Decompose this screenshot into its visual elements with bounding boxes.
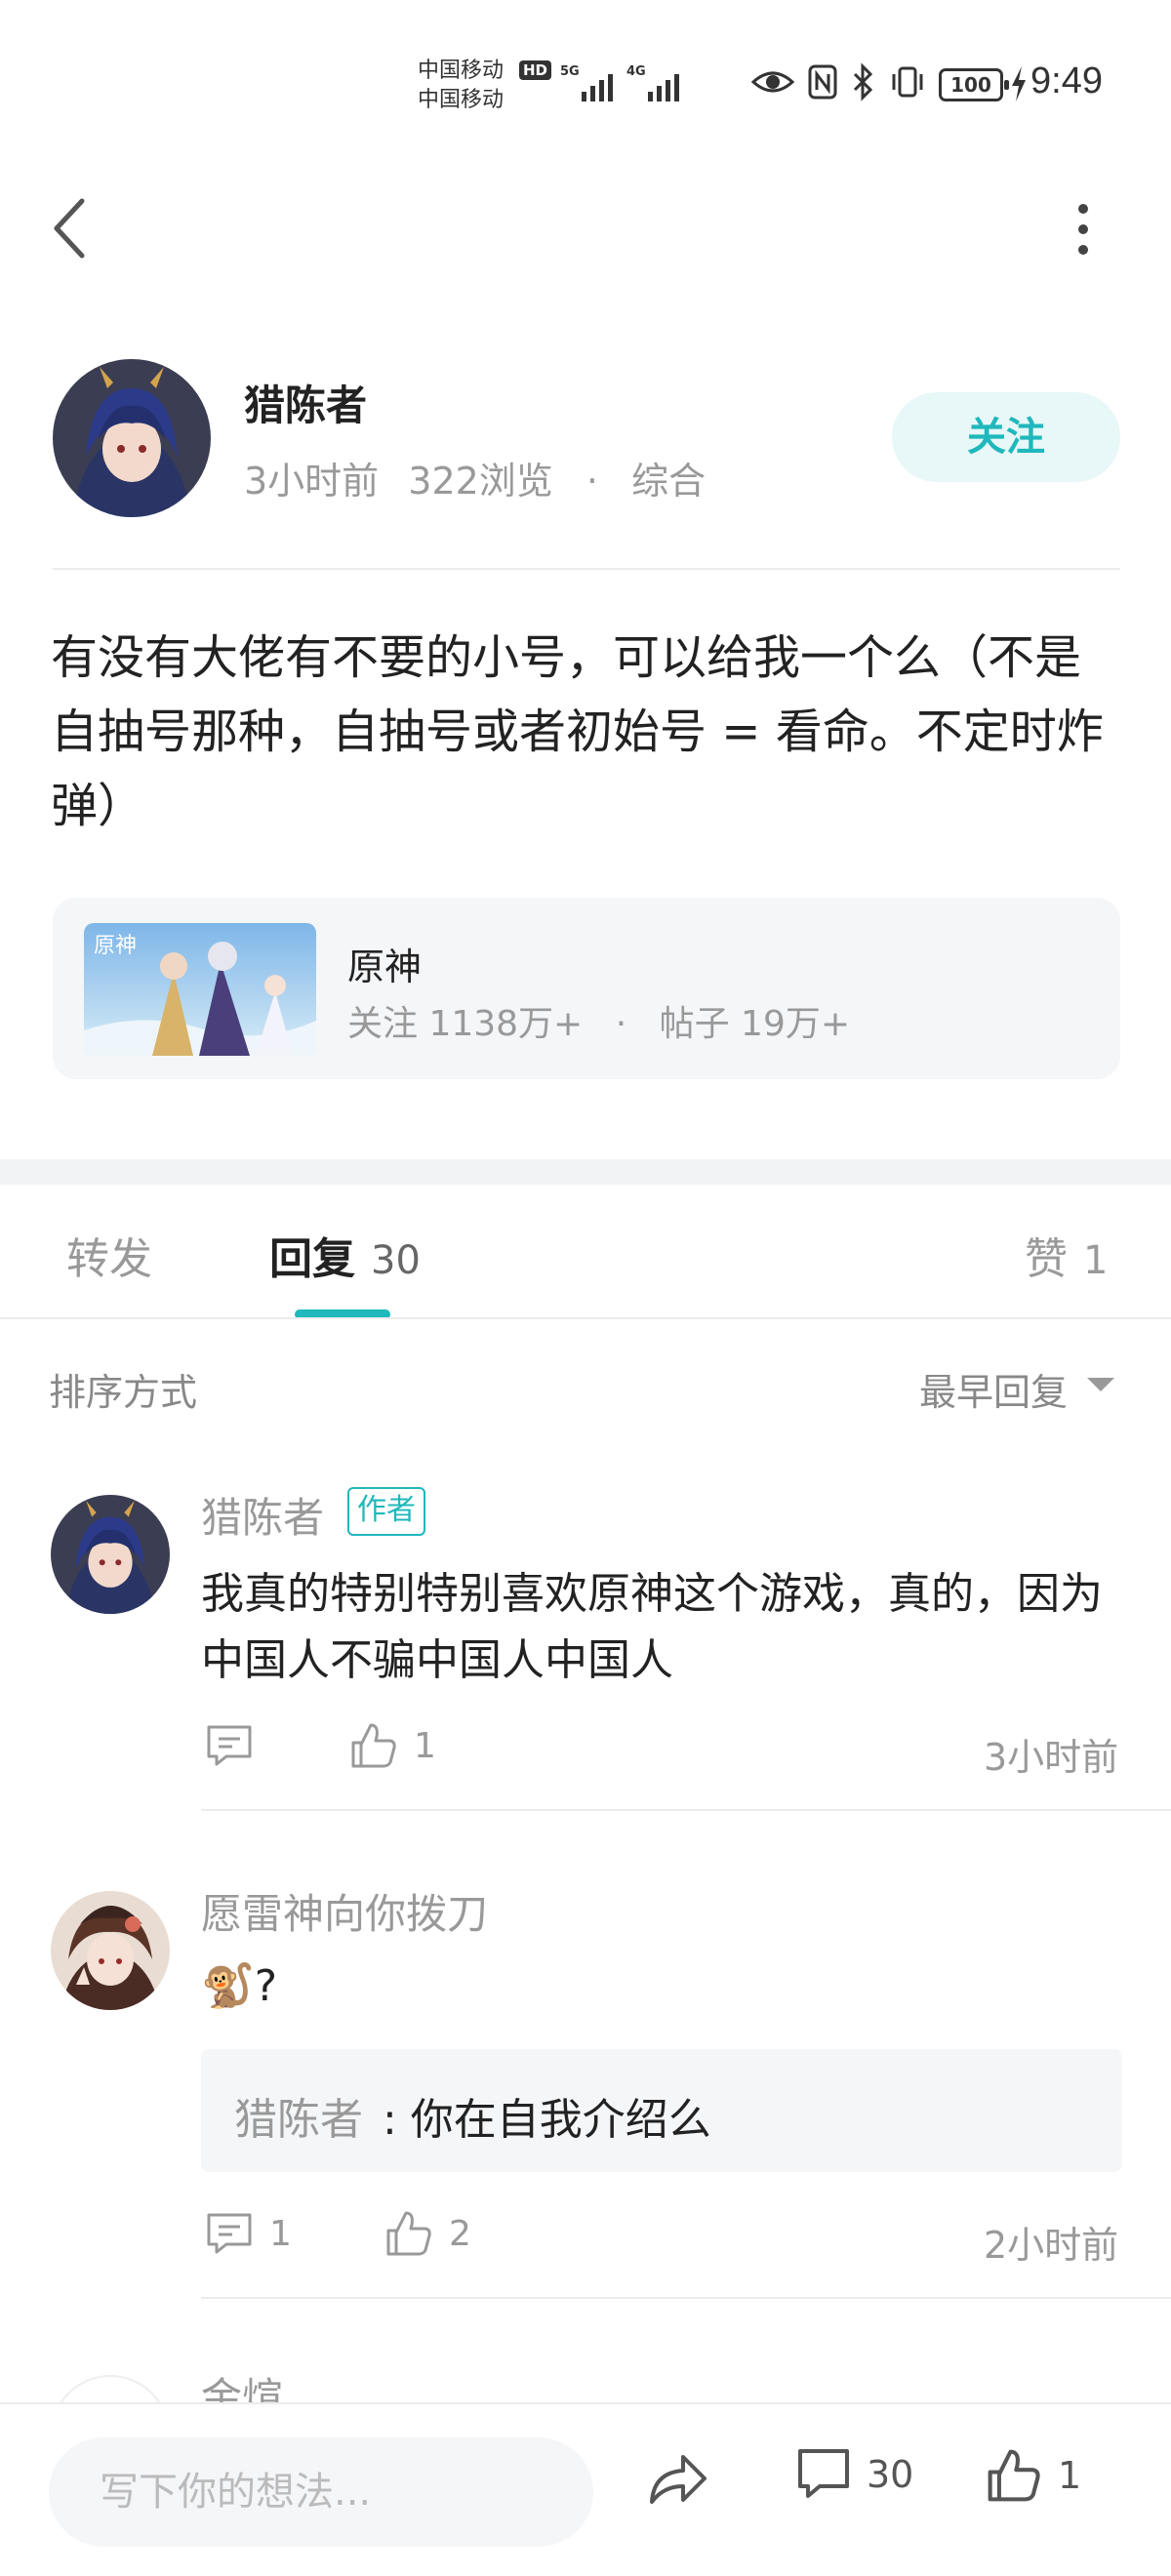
caret-down-icon[interactable] [1087, 1378, 1114, 1391]
comment-icon [207, 1725, 252, 1766]
more-vertical-icon [1078, 204, 1088, 255]
comment-reply-button[interactable] [205, 1723, 254, 1768]
share-button[interactable] [646, 2447, 710, 2508]
comment-time: 3小时前 [984, 1736, 1119, 1779]
bluetooth-icon [853, 62, 873, 101]
tab-reply-label: 回复 [269, 1234, 355, 1284]
comment-icon [798, 2449, 849, 2498]
carrier-2: 中国移动 [418, 88, 505, 112]
tab-reply-count: 30 [371, 1238, 421, 1283]
back-button[interactable] [43, 191, 101, 265]
author-badge: 作者 [347, 1487, 425, 1536]
quoted-reply-author[interactable]: 猎陈者 [234, 2084, 363, 2147]
eye-icon [751, 71, 794, 93]
back-arrow-icon [54, 198, 85, 259]
status-bar: 中国移动 中国移动 HD 5G 4G 100 9:49 [0, 0, 1171, 146]
thumb-up-icon [351, 1723, 396, 1768]
divider [201, 2297, 1171, 2299]
comment-time: 2小时前 [984, 2224, 1119, 2267]
meta-dot: · [586, 460, 598, 503]
commenter-name[interactable]: 猎陈者 [201, 1485, 324, 1545]
comment-reply-button[interactable]: 1 [205, 2211, 292, 2256]
post-content: 有没有大佬有不要的小号，可以给我一个么（不是自抽号那种，自抽号或者初始号 = 看… [51, 630, 1104, 833]
author-avatar[interactable] [53, 359, 211, 517]
divider [201, 1809, 1171, 1811]
sort-label: 排序方式 [49, 1371, 198, 1414]
forum-followers: 关注 1138万+ [347, 1004, 584, 1044]
quoted-reply-text: : 你在自我介绍么 [383, 2095, 711, 2145]
post-meta: 3小时前 322浏览 · 综合 [244, 451, 706, 504]
quoted-reply[interactable]: 猎陈者 : 你在自我介绍么 [201, 2049, 1122, 2172]
svg-text:原神: 原神 [94, 934, 137, 958]
like-count: 1 [1058, 2454, 1082, 2497]
bottom-action-bar: 30 1 [0, 2402, 1171, 2576]
carrier-labels: 中国移动 中国移动 [418, 57, 504, 115]
clock: 9:49 [1030, 60, 1103, 101]
like-button[interactable]: 1 [986, 2447, 1081, 2504]
author-name[interactable]: 猎陈者 [244, 373, 367, 432]
comment-like-count: 2 [449, 2213, 471, 2254]
tab-like-label: 赞 [1025, 1234, 1068, 1284]
reply-input[interactable] [49, 2437, 593, 2547]
forum-posts: 帖子 19万+ [659, 1004, 851, 1044]
section-separator [0, 1159, 1171, 1185]
commenter-avatar[interactable] [51, 1495, 170, 1614]
battery-indicator: 100 [939, 68, 1009, 101]
charging-icon [1012, 66, 1026, 101]
post-time: 3小时前 [244, 460, 380, 503]
tab-like[interactable]: 赞1 [1025, 1224, 1108, 1286]
comment-icon [207, 2213, 252, 2254]
divider [0, 1317, 1171, 1319]
comment-text: 🐒? [201, 1961, 278, 2011]
forum-thumbnail: 原神 [84, 923, 316, 1056]
comments-button[interactable]: 30 [796, 2447, 913, 2502]
commenter-avatar[interactable] [51, 1891, 170, 2010]
divider [53, 568, 1120, 570]
tab-repost[interactable]: 转发 [66, 1224, 152, 1286]
forum-stats: 关注 1138万+ · 帖子 19万+ [347, 995, 850, 1046]
comment-like-button[interactable]: 2 [384, 2209, 471, 2258]
forum-card[interactable]: 原神 原神 关注 1138万+ · 帖子 19万+ [53, 898, 1120, 1079]
thumb-up-icon [988, 2449, 1040, 2502]
post-views: 322浏览 [408, 460, 553, 503]
tab-reply[interactable]: 回复 30 [269, 1224, 421, 1286]
status-icons [751, 62, 927, 101]
comment-like-count: 1 [414, 1725, 436, 1766]
tab-repost-label: 转发 [66, 1234, 152, 1284]
post-category[interactable]: 综合 [631, 460, 706, 503]
vibrate-icon [892, 66, 923, 98]
comment-reply-count: 1 [269, 2213, 292, 2254]
carrier-1: 中国移动 [418, 59, 505, 83]
forum-name: 原神 [347, 946, 423, 988]
share-icon [650, 2455, 707, 2504]
sort-dropdown[interactable]: 最早回复 [919, 1362, 1068, 1416]
comment-like-button[interactable]: 1 [349, 1721, 436, 1770]
hd-badge: HD [519, 60, 552, 80]
tab-like-count: 1 [1083, 1238, 1109, 1283]
follow-button[interactable]: 关注 [892, 392, 1120, 482]
more-options-button[interactable] [1054, 195, 1112, 263]
commenter-name[interactable]: 愿雷神向你拨刀 [201, 1881, 488, 1941]
thumb-up-icon [386, 2211, 431, 2256]
comment-text: 我真的特别特别喜欢原神这个游戏，真的，因为中国人不骗中国人中国人 [201, 1569, 1103, 1685]
nfc-icon [808, 64, 837, 100]
stats-dot: · [615, 1004, 627, 1044]
comments-count: 30 [867, 2453, 914, 2496]
